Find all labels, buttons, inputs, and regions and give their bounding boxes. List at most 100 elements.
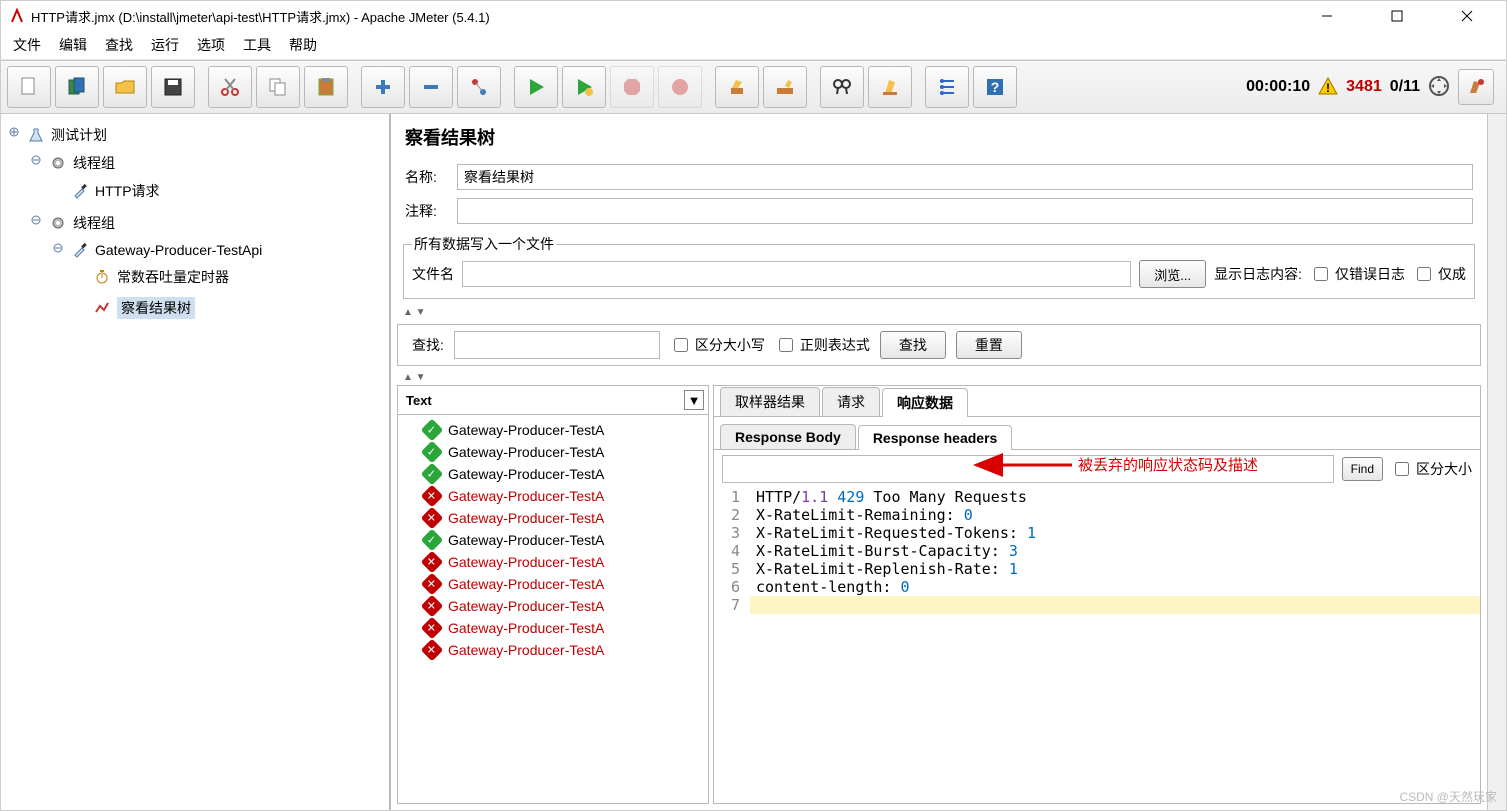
note-input[interactable] <box>457 198 1473 224</box>
tree-toggle-icon[interactable] <box>31 155 41 165</box>
success-icon: ✓ <box>421 529 444 552</box>
search-button[interactable] <box>820 66 864 108</box>
response-tabs: 取样器结果请求响应数据 <box>714 386 1480 417</box>
browse-button[interactable]: 浏览... <box>1139 260 1206 288</box>
error-icon: ✕ <box>421 485 444 508</box>
help-button[interactable]: ? <box>973 66 1017 108</box>
menu-item[interactable]: 文件 <box>13 35 41 55</box>
splitter-handle[interactable]: ▲ ▼ <box>391 305 1487 320</box>
menu-item[interactable]: 选项 <box>197 35 225 55</box>
regex-checkbox[interactable]: 正则表达式 <box>775 335 870 355</box>
result-row[interactable]: ✓Gateway-Producer-TestA <box>400 529 706 551</box>
menu-item[interactable]: 帮助 <box>289 35 317 55</box>
result-row[interactable]: ✓Gateway-Producer-TestA <box>400 463 706 485</box>
show-log-label: 显示日志内容: <box>1214 264 1302 284</box>
result-row[interactable]: ✕Gateway-Producer-TestA <box>400 507 706 529</box>
open-button[interactable] <box>103 66 147 108</box>
error-only-checkbox[interactable]: 仅错误日志 <box>1310 264 1405 284</box>
tree-node-timer[interactable]: 常数吞吐量定时器 <box>89 264 389 290</box>
reset-search-button[interactable] <box>868 66 912 108</box>
result-row[interactable]: ✕Gateway-Producer-TestA <box>400 617 706 639</box>
subtab[interactable]: Response Body <box>720 424 856 449</box>
save-button[interactable] <box>151 66 195 108</box>
log-viewer-button[interactable] <box>1458 69 1494 105</box>
reset-button[interactable]: 重置 <box>956 331 1022 359</box>
tree-node-threadgroup[interactable]: 线程组 <box>45 210 389 236</box>
clear-all-button[interactable] <box>763 66 807 108</box>
success-icon: ✓ <box>421 419 444 442</box>
maximize-button[interactable] <box>1374 1 1420 31</box>
result-label: Gateway-Producer-TestA <box>448 422 604 438</box>
pipette-icon <box>71 182 89 200</box>
start-no-pause-button[interactable] <box>562 66 606 108</box>
function-helper-button[interactable] <box>925 66 969 108</box>
filename-input[interactable] <box>462 261 1131 287</box>
tree-node-sampler[interactable]: Gateway-Producer-TestApi <box>67 238 389 262</box>
close-button[interactable] <box>1444 1 1490 31</box>
tab[interactable]: 响应数据 <box>882 388 968 417</box>
response-search-input[interactable] <box>722 455 1334 483</box>
expand-button[interactable] <box>361 66 405 108</box>
tab[interactable]: 请求 <box>822 387 880 416</box>
tree-node-http[interactable]: HTTP请求 <box>67 178 389 204</box>
svg-text:!: ! <box>1326 81 1330 95</box>
new-button[interactable] <box>7 66 51 108</box>
tree-toggle-icon[interactable] <box>9 127 19 137</box>
success-only-checkbox[interactable]: 仅成 <box>1413 264 1466 284</box>
menu-item[interactable]: 工具 <box>243 35 271 55</box>
menu-item[interactable]: 编辑 <box>59 35 87 55</box>
minimize-button[interactable] <box>1304 1 1350 31</box>
search-input[interactable] <box>454 331 660 359</box>
cut-button[interactable] <box>208 66 252 108</box>
code-line: X-RateLimit-Requested-Tokens: 1 <box>750 524 1480 542</box>
tree-node-threadgroup[interactable]: 线程组 <box>45 150 389 176</box>
response-headers-text[interactable]: 1HTTP/1.1 429 Too Many Requests2X-RateLi… <box>714 488 1480 803</box>
toggle-button[interactable] <box>457 66 501 108</box>
tree-toggle-icon[interactable] <box>53 243 63 253</box>
result-row[interactable]: ✕Gateway-Producer-TestA <box>400 551 706 573</box>
paste-button[interactable] <box>304 66 348 108</box>
config-panel: 察看结果树 名称: 注释: 所有数据写入一个文件 文件名 浏览... 显示日志内… <box>390 114 1487 810</box>
result-list[interactable]: ✓Gateway-Producer-TestA✓Gateway-Producer… <box>398 415 708 803</box>
result-label: Gateway-Producer-TestA <box>448 620 604 636</box>
code-line: content-length: 0 <box>750 578 1480 596</box>
line-number: 6 <box>714 578 750 596</box>
tab[interactable]: 取样器结果 <box>720 387 820 416</box>
success-icon: ✓ <box>421 463 444 486</box>
result-row[interactable]: ✓Gateway-Producer-TestA <box>400 419 706 441</box>
renderer-dropdown[interactable]: Text ▼ <box>398 386 708 415</box>
splitter-handle[interactable]: ▲ ▼ <box>391 370 1487 385</box>
result-label: Gateway-Producer-TestA <box>448 510 604 526</box>
test-plan-tree[interactable]: 测试计划 线程组 <box>1 114 390 810</box>
code-line: X-RateLimit-Replenish-Rate: 1 <box>750 560 1480 578</box>
tree-node-testplan[interactable]: 测试计划 <box>23 122 389 148</box>
response-find-button[interactable]: Find <box>1342 457 1383 481</box>
menu-item[interactable]: 运行 <box>151 35 179 55</box>
subtab[interactable]: Response headers <box>858 425 1013 450</box>
templates-button[interactable] <box>55 66 99 108</box>
start-button[interactable] <box>514 66 558 108</box>
result-row[interactable]: ✕Gateway-Producer-TestA <box>400 573 706 595</box>
result-row[interactable]: ✓Gateway-Producer-TestA <box>400 441 706 463</box>
tree-toggle-icon[interactable] <box>31 215 41 225</box>
menu-item[interactable]: 查找 <box>105 35 133 55</box>
gear-icon <box>49 154 67 172</box>
response-pane: 取样器结果请求响应数据 Response BodyResponse header… <box>713 385 1481 804</box>
collapse-button[interactable] <box>409 66 453 108</box>
error-icon: ✕ <box>421 617 444 640</box>
result-row[interactable]: ✕Gateway-Producer-TestA <box>400 595 706 617</box>
find-button[interactable]: 查找 <box>880 331 946 359</box>
shutdown-button[interactable] <box>658 66 702 108</box>
name-input[interactable] <box>457 164 1473 190</box>
tree-node-view-results[interactable]: 察看结果树 <box>89 294 389 322</box>
response-case-checkbox[interactable]: 区分大小 <box>1391 454 1472 484</box>
stop-button[interactable] <box>610 66 654 108</box>
clear-button[interactable] <box>715 66 759 108</box>
case-checkbox[interactable]: 区分大小写 <box>670 335 765 355</box>
search-bar: 查找: 区分大小写 正则表达式 查找 重置 <box>397 324 1481 366</box>
copy-button[interactable] <box>256 66 300 108</box>
result-row[interactable]: ✕Gateway-Producer-TestA <box>400 485 706 507</box>
chart-icon <box>93 299 111 317</box>
result-row[interactable]: ✕Gateway-Producer-TestA <box>400 639 706 661</box>
vertical-scrollbar[interactable] <box>1487 114 1506 810</box>
